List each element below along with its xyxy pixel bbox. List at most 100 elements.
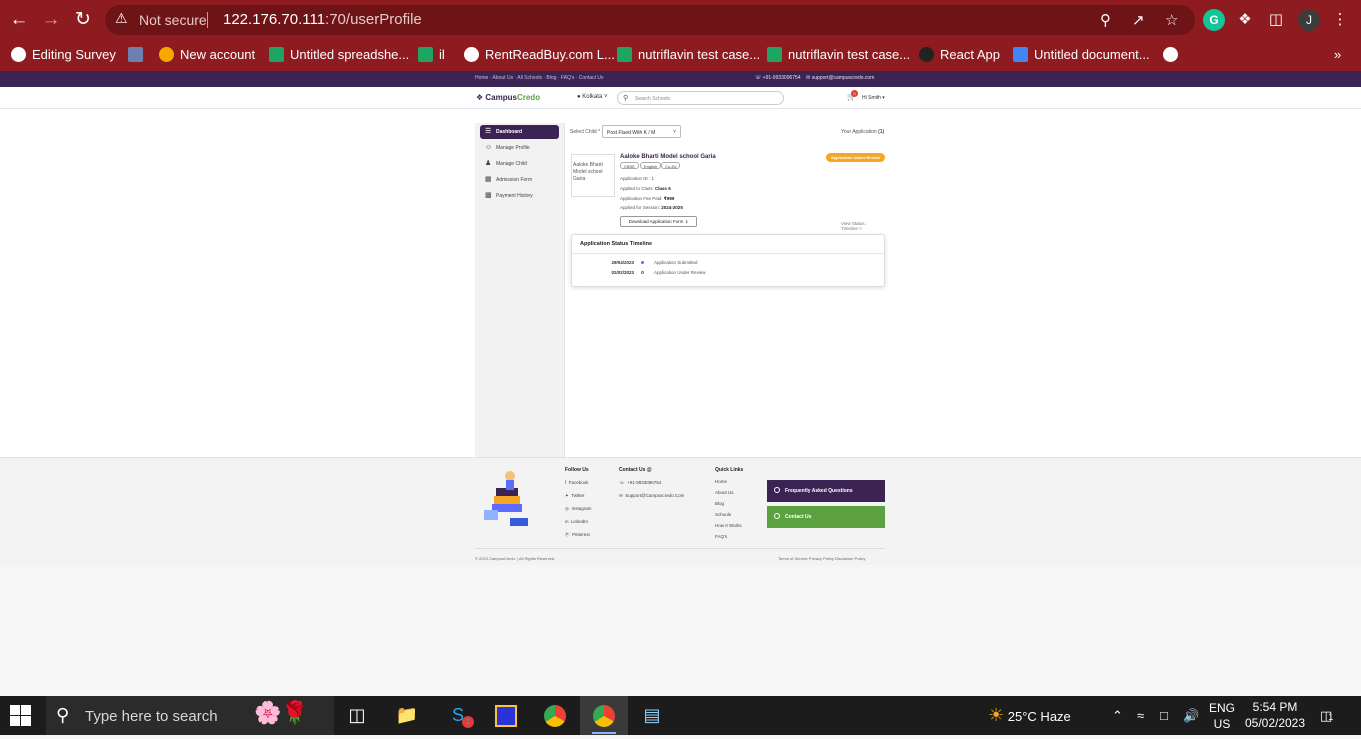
fee-label: Application Fee Paid: [620, 196, 663, 201]
footer-link-twitter[interactable]: ✦ Twitter [565, 493, 585, 499]
download-form-button[interactable]: Download Application Form ⇓ [620, 216, 697, 227]
footer-link-facebook[interactable]: f Facebook [565, 480, 589, 485]
bookmark-item[interactable]: React App [919, 44, 1000, 66]
clock-time: 5:54 PM [1252, 700, 1298, 714]
timeline-label: Application Under Review [654, 270, 706, 275]
more-bookmarks-icon[interactable]: » [1334, 44, 1341, 66]
language-indicator[interactable]: ENG US [1209, 700, 1235, 739]
chrome-profile-icon[interactable] [580, 696, 628, 735]
school-search-input[interactable]: ⚲ Search Schools [617, 91, 784, 105]
select-child-dropdown[interactable]: Post Flued With K / M ˅ [602, 125, 681, 138]
session-label: Applied for Session: [620, 205, 661, 210]
timeline-row: 02/02/2023 Application Under Review [572, 270, 884, 278]
forward-arrow-icon[interactable]: → [39, 8, 63, 32]
extensions-icon[interactable]: ❖ [1234, 9, 1256, 31]
notepad-icon[interactable]: ▤ [628, 696, 676, 735]
campuscredo-logo[interactable]: ❖ CampusCredo [476, 93, 540, 102]
survey-icon [11, 47, 26, 62]
timeline-date: 29/04/2023 [611, 260, 634, 265]
timeline-title: Application Status Timeline [580, 241, 653, 247]
quick-link-how-it-works[interactable]: How It Works [715, 523, 742, 528]
weather-widget[interactable]: ☀ 25°C Haze [988, 696, 1071, 735]
tower-icon [128, 47, 143, 62]
quick-link-schools[interactable]: Schools [715, 512, 731, 517]
chevron-down-icon: ˅ [673, 129, 676, 135]
user-menu[interactable]: Hi Smith ▾ [862, 95, 885, 101]
bookmark-item[interactable]: RentReadBuy.com L... [464, 44, 615, 66]
volume-icon[interactable]: 🔊 [1183, 696, 1199, 735]
task-view-icon[interactable]: ◫ [333, 696, 381, 735]
footer-link-instagram[interactable]: ◎ Instagram [565, 506, 591, 512]
bookmark-item[interactable]: Untitled spreadshe... [269, 44, 409, 66]
bookmark-item[interactable] [128, 44, 149, 66]
quick-link-blog[interactable]: Blog [715, 501, 724, 506]
bookmark-item[interactable]: New account [159, 44, 255, 66]
footer-link-pinterest[interactable]: Ⓟ Pinterest [565, 532, 590, 538]
skype-icon[interactable]: S1 [434, 696, 482, 735]
menu-dots-icon[interactable]: ⋮ [1329, 9, 1351, 31]
back-arrow-icon[interactable]: ← [7, 8, 31, 32]
notification-icon[interactable]: ◫1 [1320, 696, 1333, 735]
contact-us-button[interactable]: Contact Us [767, 506, 885, 528]
bookmark-item[interactable]: Untitled document... [1013, 44, 1150, 66]
sidebar-item-manage-child[interactable]: ♟ Manage Child [480, 157, 559, 171]
paint-app-icon[interactable] [482, 696, 530, 735]
footer-link-linkedin[interactable]: in LinkedIn [565, 519, 588, 524]
location-selector[interactable]: ● Kolkata ˅ [577, 94, 607, 100]
grammarly-icon[interactable]: G [1203, 9, 1225, 31]
timeline-divider [572, 253, 884, 254]
sidebar-item-payment-history[interactable]: ▩ Payment History [480, 189, 559, 203]
bookmark-item[interactable] [1163, 44, 1184, 66]
footer-email-label: Support@Campuscredo.Com [625, 493, 685, 498]
bookmark-item[interactable]: Editing Survey [11, 44, 116, 66]
view-status-toggle[interactable]: View Status : Timeline ˅ [841, 221, 885, 231]
bookmark-label: Untitled document... [1034, 47, 1150, 62]
star-icon[interactable]: ☆ [1165, 11, 1178, 29]
footer-email[interactable]: ✉ Support@Campuscredo.Com [619, 493, 684, 499]
zoom-icon[interactable]: ⚲ [1100, 11, 1111, 29]
sun-icon [159, 47, 174, 62]
file-explorer-icon[interactable]: 📁 [383, 696, 431, 735]
school-image: Aaloke Bharti Model school Garia [571, 154, 615, 197]
flower-decoration-icon: 🌸🌹 [254, 700, 309, 725]
bookmark-item[interactable]: nutriflavin test case... [767, 44, 910, 66]
form-icon: ▦ [485, 176, 492, 183]
side-panel-icon[interactable]: ◫ [1265, 9, 1287, 31]
footer-phone[interactable]: ☏ +91-9933096754 [619, 480, 661, 486]
network-icon[interactable]: ≈ [1137, 696, 1144, 735]
meet-now-icon[interactable]: □ [1160, 696, 1168, 735]
quick-link-about[interactable]: About Us [715, 490, 734, 495]
taskbar-search-box[interactable]: ⚲ Type here to search 🌸🌹 [46, 696, 334, 735]
windows-start-icon[interactable] [10, 705, 31, 726]
sidebar-item-dashboard[interactable]: ☰ Dashboard [480, 125, 559, 139]
follow-us-title: Follow Us [565, 467, 589, 473]
system-clock[interactable]: 5:54 PM 05/02/2023 [1243, 699, 1307, 731]
profile-avatar[interactable]: J [1298, 9, 1320, 31]
chrome-icon[interactable] [531, 696, 579, 735]
reload-icon[interactable]: ↻ [71, 8, 95, 32]
bookmark-item[interactable]: nutriflavin test case... [617, 44, 760, 66]
legal-links[interactable]: Terms of Service Privacy Policy Disclaim… [778, 556, 865, 561]
bookmark-item[interactable]: il [418, 44, 445, 66]
select-child-value: Post Flued With K / M [607, 130, 656, 136]
show-hidden-icons[interactable]: ⌃ [1112, 696, 1123, 735]
tag-board: CBSE [620, 162, 639, 169]
quick-link-home[interactable]: Home [715, 479, 727, 484]
bookmark-label: nutriflavin test case... [788, 47, 911, 62]
school-name[interactable]: Aaloke Bharti Model school Garia [620, 154, 716, 160]
url-path: :70/userProfile [325, 11, 422, 28]
share-icon[interactable]: ↗ [1132, 11, 1145, 29]
cart-icon[interactable]: 🛒 0 [847, 90, 858, 101]
application-id-value: 1 [651, 176, 655, 181]
sidebar-item-admission-form[interactable]: ▦ Admission Form [480, 173, 559, 187]
sidebar-item-manage-profile[interactable]: ☺ Manage Profile [480, 141, 559, 155]
top-phone: +91-9933096754 [762, 75, 801, 81]
footer-link-label: LinkedIn [571, 519, 589, 524]
address-bar[interactable]: ⚠ Not secure 122.176.70.111:70/userProfi… [105, 5, 1195, 35]
url-text: 122.176.70.111:70/userProfile [223, 11, 422, 28]
logo-part-b: Credo [516, 93, 541, 102]
top-links[interactable]: Home · About Us · All Schools · Blog · F… [475, 75, 604, 81]
quick-link-faqs[interactable]: FAQ's [715, 534, 727, 539]
sidebar-item-label: Manage Profile [496, 145, 530, 151]
faq-button[interactable]: Frequently Asked Questions [767, 480, 885, 502]
